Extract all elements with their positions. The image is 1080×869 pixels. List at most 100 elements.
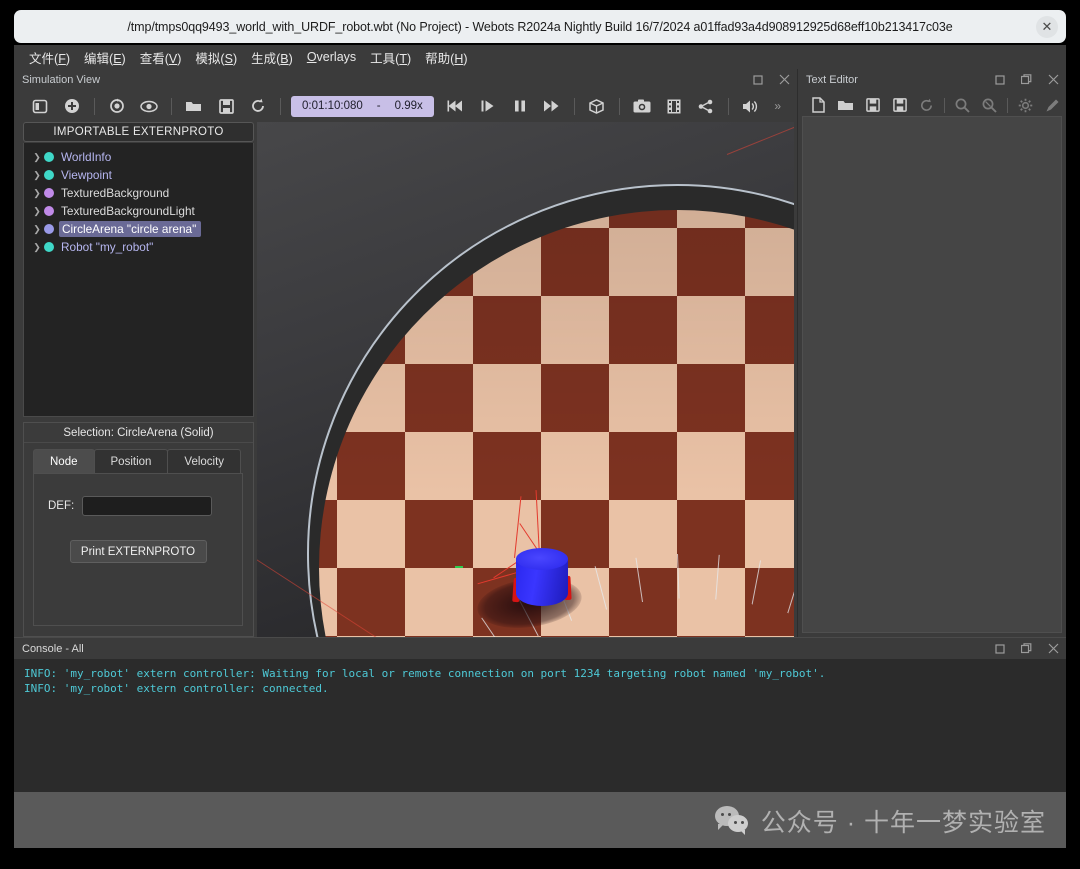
menu-view-mnemonic: V — [168, 51, 178, 66]
find-replace-icon[interactable] — [976, 93, 1003, 117]
simulation-time-display[interactable]: 0:01:10:080 - 0.99x — [291, 95, 434, 117]
render-3d-icon[interactable] — [581, 93, 613, 119]
menu-build-mnemonic: B — [280, 51, 289, 66]
tab-node[interactable]: Node — [33, 449, 95, 473]
menu-view-label: 查看 — [139, 51, 165, 66]
add-node-icon[interactable] — [56, 93, 88, 119]
revert-icon[interactable] — [913, 93, 940, 117]
simulation-time: 0:01:10:080 — [302, 100, 363, 112]
reload-world-icon[interactable] — [101, 93, 133, 119]
toolbar-separator — [727, 97, 729, 115]
sound-icon[interactable] — [735, 93, 767, 119]
text-editor-title: Text Editor — [806, 73, 858, 86]
node-type-dot — [44, 188, 54, 198]
chevron-right-icon[interactable]: ❯ — [30, 242, 44, 253]
fast-forward-icon[interactable] — [536, 93, 568, 119]
console-output[interactable]: INFO: 'my_robot' extern controller: Wait… — [14, 659, 1066, 696]
restore-icon[interactable] — [993, 73, 1006, 86]
toolbar-separator — [618, 97, 620, 115]
tree-item-circlearena[interactable]: ❯ CircleArena "circle arena" — [24, 220, 253, 238]
menu-build-label: 生成 — [251, 51, 277, 66]
tab-position[interactable]: Position — [93, 449, 169, 473]
sidebar-toggle-icon[interactable] — [24, 93, 56, 119]
tree-item-worldinfo[interactable]: ❯ WorldInfo — [24, 148, 253, 166]
save-all-icon[interactable] — [886, 93, 913, 117]
save-world-icon[interactable] — [210, 93, 242, 119]
console-header: Console - All — [14, 638, 1066, 659]
toolbar-separator — [171, 97, 172, 115]
menu-tools[interactable]: 工具(T) — [363, 46, 418, 69]
scene-tree-column: IMPORTABLE EXTERNPROTO ❯ WorldInfo ❯ Vie… — [23, 122, 254, 637]
node-type-dot — [44, 242, 54, 252]
restore-icon[interactable] — [751, 73, 764, 86]
tree-item-texturedbackground[interactable]: ❯ TexturedBackground — [24, 184, 253, 202]
menu-view[interactable]: 查看(V) — [133, 46, 189, 69]
menu-build[interactable]: 生成(B) — [244, 46, 300, 69]
step-forward-icon[interactable] — [472, 93, 504, 119]
simulation-view-dock: Simulation View 0:01:10:080 - 0.99x » IM… — [14, 69, 797, 637]
share-icon[interactable] — [690, 93, 722, 119]
selection-panel: Selection: CircleArena (Solid) Node Posi… — [23, 422, 254, 637]
node-type-dot — [44, 152, 54, 162]
restore-icon[interactable] — [993, 642, 1006, 655]
circle-arena — [257, 122, 794, 637]
menu-help-label: 帮助 — [425, 51, 451, 66]
menu-edit-label: 编辑 — [84, 51, 110, 66]
chevron-right-icon[interactable]: ❯ — [30, 152, 44, 163]
toolbar-separator — [573, 97, 575, 115]
chevron-right-icon[interactable]: ❯ — [30, 224, 44, 235]
tree-item-robot[interactable]: ❯ Robot "my_robot" — [24, 238, 253, 256]
print-externproto-button[interactable]: Print EXTERNPROTO — [69, 540, 207, 563]
menu-edit-mnemonic: E — [113, 51, 122, 66]
maximize-icon[interactable] — [1020, 73, 1033, 86]
settings-gear-icon[interactable] — [1012, 93, 1039, 117]
menu-file-label: 文件 — [29, 51, 55, 66]
open-world-icon[interactable] — [178, 93, 210, 119]
simulation-view-window-buttons — [751, 69, 791, 90]
step-back-icon[interactable] — [440, 93, 472, 119]
tree-item-viewpoint[interactable]: ❯ Viewpoint — [24, 166, 253, 184]
menu-tools-label: 工具 — [370, 51, 396, 66]
menu-edit[interactable]: 编辑(E) — [77, 46, 133, 69]
menu-help-mnemonic: H — [454, 51, 464, 66]
menu-overlays-label: verlays — [316, 50, 357, 64]
close-icon[interactable] — [1047, 73, 1060, 86]
text-editor-content-area[interactable] — [802, 116, 1062, 633]
3d-viewport[interactable] — [257, 122, 794, 637]
text-editor-dock: Text Editor — [797, 69, 1066, 637]
toolbar-separator — [94, 97, 95, 115]
screenshot-icon[interactable] — [626, 93, 658, 119]
chevron-right-icon[interactable]: ❯ — [30, 188, 44, 199]
chevron-right-icon[interactable]: ❯ — [30, 206, 44, 217]
importable-externproto-button[interactable]: IMPORTABLE EXTERNPROTO — [23, 122, 254, 142]
open-file-icon[interactable] — [832, 93, 859, 117]
node-type-dot — [44, 206, 54, 216]
movie-icon[interactable] — [658, 93, 690, 119]
def-input[interactable] — [82, 496, 213, 516]
chevron-right-icon[interactable]: ❯ — [30, 170, 44, 181]
close-icon[interactable] — [778, 73, 791, 86]
tree-item-texturedbackgroundlight[interactable]: ❯ TexturedBackgroundLight — [24, 202, 253, 220]
pause-icon[interactable] — [504, 93, 536, 119]
def-label: DEF: — [48, 500, 75, 512]
menu-simulation[interactable]: 模拟(S) — [188, 46, 244, 69]
save-file-icon[interactable] — [859, 93, 886, 117]
maximize-icon[interactable] — [1020, 642, 1033, 655]
close-icon[interactable] — [1047, 642, 1060, 655]
reset-simulation-icon[interactable] — [242, 93, 274, 119]
menu-file[interactable]: 文件(F) — [22, 46, 77, 69]
view-eye-icon[interactable] — [133, 93, 165, 119]
menu-overlays[interactable]: Overlays — [300, 48, 363, 66]
find-icon[interactable] — [949, 93, 976, 117]
tree-item-label: Viewpoint — [61, 168, 112, 182]
wechat-icon — [714, 806, 749, 836]
menu-help[interactable]: 帮助(H) — [418, 46, 474, 69]
edit-pencil-icon[interactable] — [1039, 93, 1066, 117]
window-close-button[interactable]: ✕ — [1036, 15, 1058, 38]
tree-item-label: WorldInfo — [61, 150, 112, 164]
tab-velocity[interactable]: Velocity — [167, 449, 242, 473]
toolbar-overflow-button[interactable]: » — [769, 99, 787, 113]
menu-file-mnemonic: F — [58, 51, 66, 66]
new-file-icon[interactable] — [805, 93, 832, 117]
blue-cylinder-robot[interactable] — [512, 548, 572, 610]
